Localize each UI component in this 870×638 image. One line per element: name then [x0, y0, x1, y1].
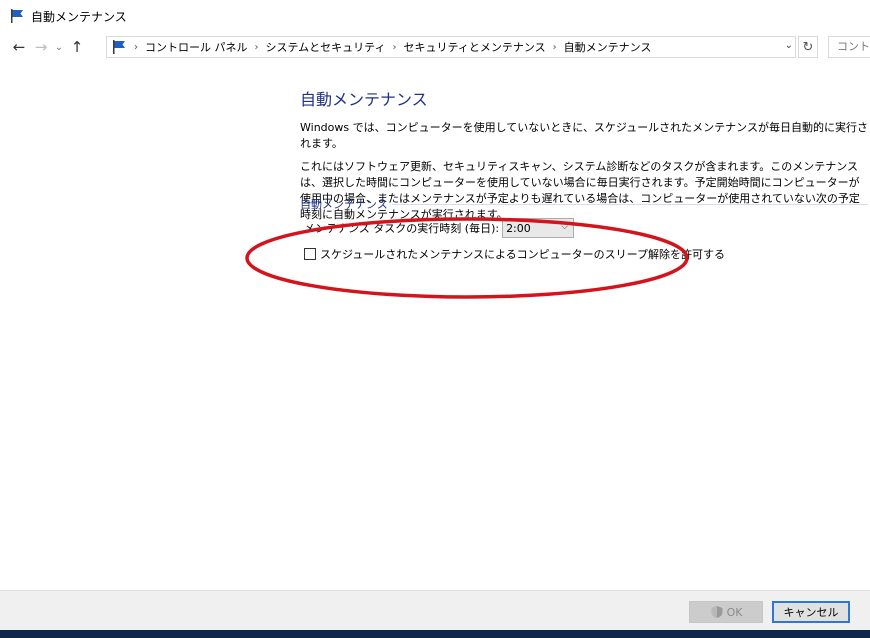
dialog-button-bar: OK キャンセル [0, 590, 870, 630]
title-bar: 自動メンテナンス [0, 0, 870, 32]
forward-arrow-icon: → [34, 38, 48, 56]
breadcrumb-separator: › [134, 41, 138, 53]
maintenance-flag-icon [11, 9, 23, 23]
main-content: 自動メンテナンス Windows では、コンピューターを使用していないときに、ス… [300, 86, 868, 261]
section-divider [391, 204, 868, 205]
address-bar[interactable]: › コントロール パネル › システムとセキュリティ › セキュリティとメンテナ… [106, 36, 796, 58]
refresh-button[interactable]: ↻ [798, 36, 818, 58]
description-summary: Windows では、コンピューターを使用していないときに、スケジュールされたメ… [300, 121, 868, 150]
refresh-icon: ↻ [802, 39, 814, 55]
window-title: 自動メンテナンス [31, 9, 127, 24]
cancel-button[interactable]: キャンセル [772, 601, 850, 623]
breadcrumb-control-panel[interactable]: コントロール パネル [145, 39, 248, 55]
back-button[interactable]: ← [8, 35, 30, 59]
annotation-ellipse [245, 217, 689, 299]
uac-shield-icon [711, 606, 723, 618]
maintenance-flag-icon [113, 40, 125, 54]
breadcrumb-auto-maintenance[interactable]: 自動メンテナンス [564, 39, 652, 55]
cancel-button-label: キャンセル [783, 606, 839, 619]
ok-button-label: OK [726, 605, 743, 619]
section-title: 自動メンテナンス [300, 198, 388, 211]
section-header: 自動メンテナンス [300, 196, 868, 212]
navigation-bar: ← → ⌄ ↑ › コントロール パネル › システムとセキュリティ › セキュ… [0, 32, 870, 62]
ok-button[interactable]: OK [689, 601, 763, 623]
page-title: 自動メンテナンス [300, 90, 428, 109]
description-details: これにはソフトウェア更新、セキュリティスキャン、システム診断などのタスクが含まれ… [300, 160, 860, 221]
forward-button[interactable]: → [30, 35, 52, 59]
chevron-down-icon: ⌄ [54, 41, 64, 53]
up-button[interactable]: ↑ [66, 35, 88, 59]
search-input[interactable]: コントロ [828, 36, 870, 58]
address-dropdown-icon[interactable]: ⌄ [785, 40, 793, 51]
breadcrumb-separator: › [552, 41, 557, 53]
taskbar-strip [0, 630, 870, 638]
breadcrumb-separator: › [254, 41, 259, 53]
breadcrumb-separator: › [392, 41, 397, 53]
breadcrumb-security-maintenance[interactable]: セキュリティとメンテナンス [404, 39, 546, 55]
up-arrow-icon: ↑ [70, 38, 84, 56]
back-arrow-icon: ← [12, 38, 26, 56]
recent-locations-button[interactable]: ⌄ [52, 35, 66, 59]
breadcrumb-system-security[interactable]: システムとセキュリティ [266, 39, 386, 55]
maintenance-settings-section: 自動メンテナンス メンテナンス タスクの実行時刻 (毎日): 2:00 ⌵ スケ… [300, 196, 868, 261]
